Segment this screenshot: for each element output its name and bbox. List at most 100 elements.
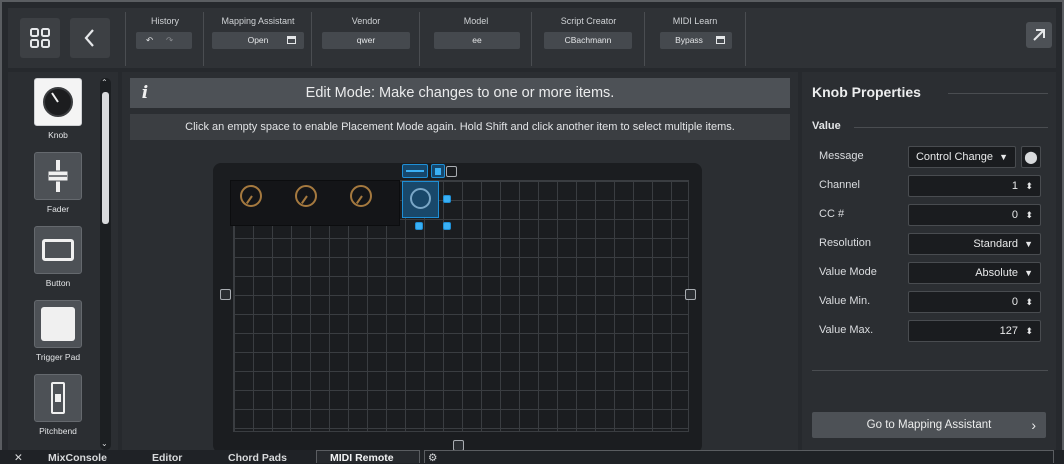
value-max-row: Value Max. 127 ⬍	[819, 320, 1049, 342]
tab-midi-remote[interactable]: MIDI Remote	[330, 452, 394, 464]
stepper-icon[interactable]: ⬍	[1025, 321, 1033, 341]
back-button[interactable]	[70, 18, 110, 58]
resize-handle[interactable]	[443, 195, 451, 203]
tab-mixconsole[interactable]: MixConsole	[48, 452, 107, 464]
cc-label: CC #	[819, 208, 845, 220]
bottom-tab-bar: ✕ MixConsole Editor Chord Pads MIDI Remo…	[0, 450, 1064, 464]
divider	[948, 93, 1048, 94]
value-min-row: Value Min. 0 ⬍	[819, 291, 1049, 313]
script-creator-title: Script Creator	[560, 16, 617, 26]
tab-content-area	[424, 450, 1054, 463]
value-min-label: Value Min.	[819, 295, 871, 307]
redo-icon[interactable]: ↷	[166, 32, 173, 49]
palette-item-knob[interactable]: Knob	[32, 78, 84, 140]
value-max-stepper[interactable]: 127 ⬍	[908, 320, 1041, 342]
resize-handle[interactable]	[415, 222, 423, 230]
resolution-row: Resolution Standard ▼	[819, 233, 1049, 255]
history-controls: ↶ ↷	[136, 32, 192, 49]
knob-control[interactable]	[240, 185, 262, 207]
value-mode-value: Absolute	[975, 267, 1018, 279]
go-to-mapping-assistant-button[interactable]: Go to Mapping Assistant ›	[812, 412, 1046, 438]
script-creator-group: Script Creator CBachmann	[531, 12, 645, 66]
channel-stepper[interactable]: 1 ⬍	[908, 175, 1041, 197]
info-icon: i	[141, 83, 149, 103]
stepper-icon[interactable]: ⬍	[1025, 292, 1033, 312]
message-dropdown[interactable]: Control Change ▼	[908, 146, 1016, 168]
chevron-up-icon[interactable]: ⌃	[101, 78, 108, 87]
palette-scrollbar[interactable]: ⌃ ⌄	[100, 78, 111, 450]
resolution-dropdown[interactable]: Standard ▼	[908, 233, 1041, 255]
resize-handle[interactable]	[446, 166, 457, 177]
divider	[812, 370, 1048, 371]
mapping-assistant-group: Mapping Assistant Open	[203, 12, 312, 66]
channel-label: Channel	[819, 179, 860, 191]
palette-label-pitchbend: Pitchbend	[39, 426, 77, 436]
pitchbend-icon	[34, 374, 82, 422]
mapping-assistant-open-button[interactable]: Open	[212, 32, 304, 49]
midi-learn-group: MIDI Learn Bypass	[644, 12, 746, 66]
palette-item-button[interactable]: Button	[32, 226, 84, 288]
palette-label-trigger-pad: Trigger Pad	[35, 352, 81, 362]
canvas-resize-handle-right[interactable]	[685, 289, 696, 300]
knob-control[interactable]	[295, 185, 317, 207]
edit-mode-banner: i Edit Mode: Make changes to one or more…	[130, 78, 790, 108]
scrollbar-thumb[interactable]	[102, 92, 109, 224]
gear-icon[interactable]: ⚙	[428, 452, 437, 464]
surface-canvas[interactable]	[213, 163, 702, 453]
cc-value: 0	[1011, 209, 1018, 221]
palette-item-pitchbend[interactable]: Pitchbend	[32, 374, 84, 436]
close-icon[interactable]: ✕	[14, 452, 23, 464]
dropdown-arrow-icon: ▼	[1024, 239, 1033, 249]
tab-editor[interactable]: Editor	[152, 452, 182, 464]
value-max-value: 127	[999, 325, 1018, 337]
bypass-icon	[716, 36, 725, 44]
learn-icon[interactable]: ⬤	[1021, 146, 1041, 168]
channel-row: Channel 1 ⬍	[819, 175, 1049, 197]
model-title: Model	[463, 16, 489, 26]
edit-mode-text: Edit Mode: Make changes to one or more i…	[305, 85, 615, 101]
value-mode-row: Value Mode Absolute ▼	[819, 262, 1049, 284]
history-title: History	[150, 16, 179, 26]
grid-icon	[30, 28, 50, 48]
mapping-assistant-title: Mapping Assistant	[221, 16, 295, 26]
cc-stepper[interactable]: 0 ⬍	[908, 204, 1041, 226]
channel-value: 1	[1011, 180, 1018, 192]
knob-icon	[34, 78, 82, 126]
midi-learn-bypass-button[interactable]: Bypass	[660, 32, 732, 49]
vendor-field[interactable]: qwer	[322, 32, 410, 49]
model-group: Model ee	[419, 12, 532, 66]
palette-item-fader[interactable]: Fader	[32, 152, 84, 214]
script-creator-field[interactable]: CBachmann	[544, 32, 632, 49]
model-field[interactable]: ee	[434, 32, 520, 49]
tab-chord-pads[interactable]: Chord Pads	[228, 452, 287, 464]
layout-grid-button[interactable]	[20, 18, 60, 58]
value-section-title: Value	[812, 120, 841, 132]
divider	[854, 127, 1048, 128]
vendor-group: Vendor qwer	[311, 12, 420, 66]
go-to-mapping-assistant-label: Go to Mapping Assistant	[866, 419, 992, 431]
midi-learn-title: MIDI Learn	[672, 16, 718, 26]
knob-control[interactable]	[350, 185, 372, 207]
move-handle[interactable]	[402, 164, 428, 178]
trash-icon[interactable]	[431, 164, 445, 178]
trigger-pad-icon	[34, 300, 82, 348]
value-mode-dropdown[interactable]: Absolute ▼	[908, 262, 1041, 284]
chevron-down-icon[interactable]: ⌄	[101, 439, 108, 448]
palette-item-trigger-pad[interactable]: Trigger Pad	[32, 300, 84, 362]
stepper-icon[interactable]: ⬍	[1025, 205, 1033, 225]
palette-label-button: Button	[45, 278, 71, 288]
open-external-button[interactable]	[1026, 22, 1052, 48]
resize-handle[interactable]	[443, 222, 451, 230]
value-min-stepper[interactable]: 0 ⬍	[908, 291, 1041, 313]
resolution-value: Standard	[973, 238, 1018, 250]
undo-icon[interactable]: ↶	[146, 32, 153, 49]
canvas-resize-handle-left[interactable]	[220, 289, 231, 300]
selected-knob[interactable]	[402, 181, 439, 218]
value-mode-label: Value Mode	[819, 266, 877, 278]
value-max-label: Value Max.	[819, 324, 874, 336]
surface-editor: i Edit Mode: Make changes to one or more…	[122, 72, 798, 453]
stepper-icon[interactable]: ⬍	[1025, 176, 1033, 196]
chevron-right-icon: ›	[1031, 417, 1036, 433]
palette-label-knob: Knob	[48, 130, 68, 140]
fader-icon	[34, 152, 82, 200]
